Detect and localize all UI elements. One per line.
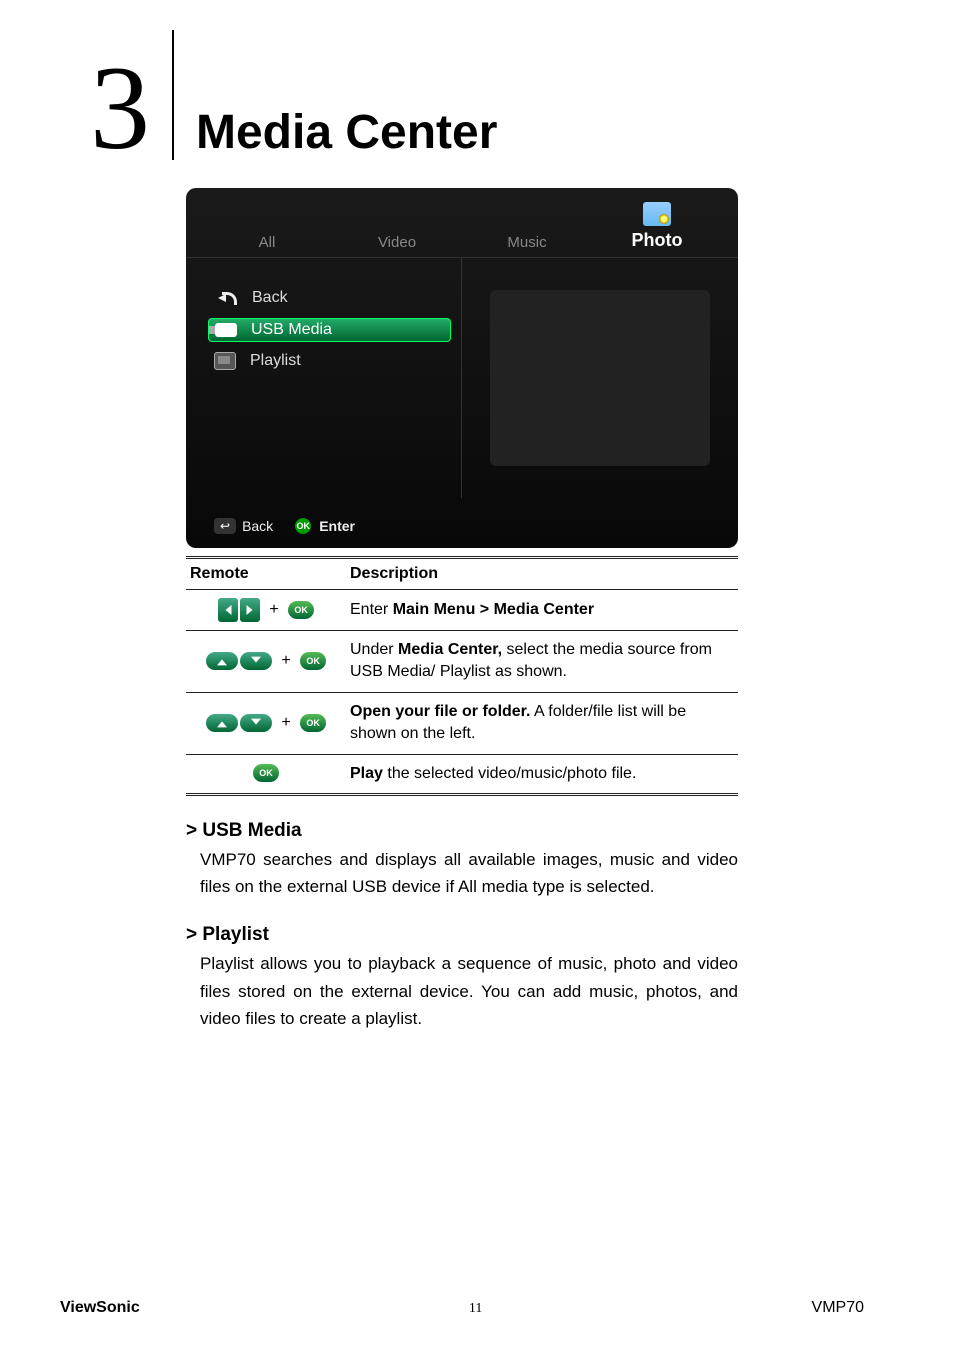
- tab-photo-label: Photo: [632, 230, 683, 250]
- section-body: VMP70 searches and displays all availabl…: [186, 846, 738, 900]
- section-heading: > USB Media: [186, 820, 738, 842]
- chapter-header: 3 Media Center: [90, 30, 834, 168]
- hint-back: Back: [214, 518, 273, 534]
- list-item-usb-media: USB Media: [208, 318, 451, 342]
- hint-back-icon: [214, 518, 236, 534]
- plus-sign: +: [281, 712, 290, 734]
- remote-right-icon: [240, 598, 260, 622]
- list-item-label: Playlist: [250, 352, 301, 370]
- plus-sign: +: [269, 599, 278, 621]
- list-item-back: Back: [214, 288, 451, 308]
- tab-video: Video: [342, 234, 452, 257]
- onscreen-hints: Back OK Enter: [214, 518, 355, 534]
- preview-box: [490, 290, 710, 467]
- tab-all: All: [212, 234, 322, 257]
- description-cell: Enter Main Menu > Media Center: [346, 590, 738, 631]
- remote-ok-icon: OK: [300, 652, 326, 670]
- media-tabs: All Video Music Photo: [186, 188, 738, 258]
- description-cell: Play the selected video/music/photo file…: [346, 754, 738, 794]
- footer-page-number: 11: [469, 1301, 482, 1317]
- col-header-remote: Remote: [186, 558, 346, 590]
- remote-down-icon: [240, 652, 272, 670]
- page-footer: ViewSonic 11 VMP70: [0, 1299, 954, 1317]
- photo-icon: [643, 202, 671, 226]
- list-item-label: Back: [252, 289, 288, 307]
- hint-enter-label: Enter: [319, 518, 355, 534]
- remote-cell: + OK: [186, 692, 346, 754]
- description-cell: Open your file or folder. A folder/file …: [346, 692, 738, 754]
- footer-model: VMP70: [812, 1299, 864, 1317]
- remote-ok-icon: OK: [253, 764, 279, 782]
- source-list: Back USB Media Playlist: [186, 258, 462, 498]
- list-item-playlist: Playlist: [214, 352, 451, 370]
- footer-brand: ViewSonic: [60, 1299, 140, 1317]
- usb-icon: [215, 323, 237, 337]
- remote-cell: + OK: [186, 590, 346, 631]
- chapter-divider: [172, 30, 174, 160]
- remote-ok-icon: OK: [288, 601, 314, 619]
- remote-cell: + OK: [186, 631, 346, 693]
- hint-enter: OK Enter: [295, 518, 355, 534]
- chapter-number: 3: [90, 48, 150, 168]
- tab-music: Music: [472, 234, 582, 257]
- remote-description-table: Remote Description + OK Enter Main Menu …: [186, 556, 738, 796]
- col-header-description: Description: [346, 558, 738, 590]
- ok-pill-icon: OK: [295, 518, 311, 534]
- remote-left-icon: [218, 598, 238, 622]
- playlist-icon: [214, 352, 236, 370]
- section-usb-media: > USB Media VMP70 searches and displays …: [186, 820, 738, 900]
- section-heading: > Playlist: [186, 924, 738, 946]
- remote-down-icon: [240, 714, 272, 732]
- back-arrow-icon: [214, 288, 238, 308]
- remote-cell: OK: [186, 754, 346, 794]
- chapter-title: Media Center: [196, 105, 497, 160]
- section-body: Playlist allows you to playback a sequen…: [186, 950, 738, 1032]
- preview-pane: [462, 258, 738, 498]
- table-row: + OK Under Media Center, select the medi…: [186, 631, 738, 693]
- table-row: + OK Open your file or folder. A folder/…: [186, 692, 738, 754]
- list-item-label: USB Media: [251, 321, 332, 339]
- table-row: OK Play the selected video/music/photo f…: [186, 754, 738, 794]
- remote-ok-icon: OK: [300, 714, 326, 732]
- plus-sign: +: [281, 650, 290, 672]
- hint-back-label: Back: [242, 518, 273, 534]
- tab-photo: Photo: [602, 202, 712, 257]
- remote-up-icon: [206, 652, 238, 670]
- table-row: + OK Enter Main Menu > Media Center: [186, 590, 738, 631]
- media-center-screenshot: All Video Music Photo Back USB Media: [186, 188, 738, 548]
- description-cell: Under Media Center, select the media sou…: [346, 631, 738, 693]
- remote-up-icon: [206, 714, 238, 732]
- section-playlist: > Playlist Playlist allows you to playba…: [186, 924, 738, 1032]
